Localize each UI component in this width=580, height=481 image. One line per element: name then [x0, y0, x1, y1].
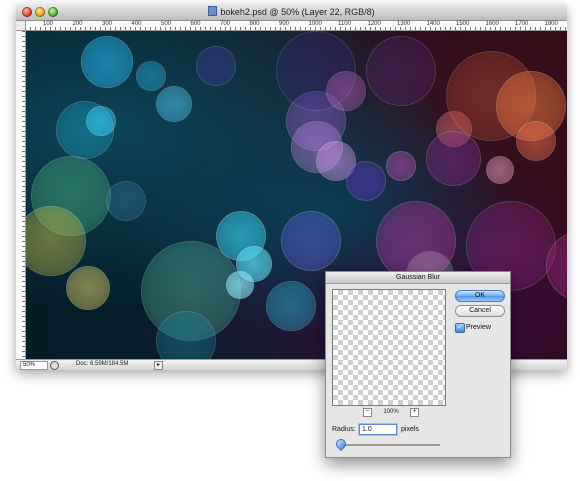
preview-zoom-out-button[interactable]: − [363, 408, 372, 417]
ruler-tick-label: 400 [131, 21, 142, 27]
status-menu-arrow-icon[interactable]: ▸ [154, 361, 163, 370]
ruler-tick-label: 1500 [456, 21, 470, 27]
ruler-tick-label: 1300 [397, 21, 411, 27]
horizontal-ruler[interactable]: 100 200 300 400 500 600 700 800 900 1000 1100 1200 1… [25, 21, 567, 31]
preview-zoom-in-button[interactable]: + [410, 408, 419, 417]
bokeh-light [486, 156, 514, 184]
ruler-tick-label: 900 [279, 21, 290, 27]
radius-slider-thumb[interactable] [333, 436, 349, 452]
ruler-tick-label: 200 [72, 21, 83, 27]
preview-label: Preview [466, 324, 491, 331]
ruler-tick-label: 1000 [308, 21, 322, 27]
preview-zoom-level: 100% [383, 409, 399, 415]
bokeh-light [66, 266, 110, 310]
ok-button[interactable]: OK [455, 290, 505, 302]
ruler-tick-label: 1700 [515, 21, 529, 27]
document-title-wrap: bokeh2.psd @ 50% (Layer 22, RGB/8) [16, 6, 567, 17]
dialog-title[interactable]: Gaussian Blur [326, 272, 510, 284]
cancel-button[interactable]: Cancel [455, 305, 505, 317]
ruler-tick-label: 700 [220, 21, 231, 27]
filter-preview-pane[interactable] [332, 289, 446, 406]
bokeh-light [136, 61, 166, 91]
bokeh-light [326, 71, 366, 111]
bokeh-light [196, 46, 236, 86]
bokeh-light [86, 106, 116, 136]
ruler-tick-label: 1600 [485, 21, 499, 27]
zoom-level-field[interactable]: 50% [20, 361, 48, 370]
status-info-icon[interactable] [50, 361, 59, 370]
bokeh-light [346, 161, 386, 201]
ruler-tick-label: 800 [249, 21, 260, 27]
bokeh-light [81, 36, 133, 88]
bokeh-light [266, 281, 316, 331]
ruler-tick-label: 500 [161, 21, 172, 27]
gaussian-blur-dialog: Gaussian Blur − 100% + OK Cancel ✓ Previ… [325, 271, 511, 458]
document-size-readout: Doc: 6.59M/184.5M [76, 361, 129, 367]
bokeh-light [226, 271, 254, 299]
bokeh-light [106, 181, 146, 221]
radius-input[interactable] [359, 424, 397, 435]
ruler-tick-label: 600 [190, 21, 201, 27]
ruler-tick-label: 1800 [544, 21, 558, 27]
ruler-tick-label: 100 [43, 21, 54, 27]
vertical-ruler[interactable] [16, 21, 26, 360]
preview-checkbox[interactable]: ✓ [455, 323, 465, 333]
radius-label: Radius: [332, 426, 356, 433]
ruler-tick-label: 300 [102, 21, 113, 27]
document-titlebar[interactable]: bokeh2.psd @ 50% (Layer 22, RGB/8) [16, 4, 567, 21]
ruler-tick-label: 1400 [426, 21, 440, 27]
radius-units-label: pixels [401, 426, 419, 433]
document-title: bokeh2.psd @ 50% (Layer 22, RGB/8) [220, 7, 375, 17]
bokeh-light [156, 86, 192, 122]
bokeh-light [366, 36, 436, 106]
radius-slider-track[interactable] [340, 444, 440, 446]
ruler-tick-label: 1200 [367, 21, 381, 27]
bokeh-light [386, 151, 416, 181]
ruler-corner[interactable] [16, 21, 26, 31]
bokeh-light [426, 131, 481, 186]
bokeh-light [516, 121, 556, 161]
bokeh-light [281, 211, 341, 271]
ruler-tick-label: 1100 [338, 21, 351, 27]
psd-document-icon [208, 6, 218, 16]
